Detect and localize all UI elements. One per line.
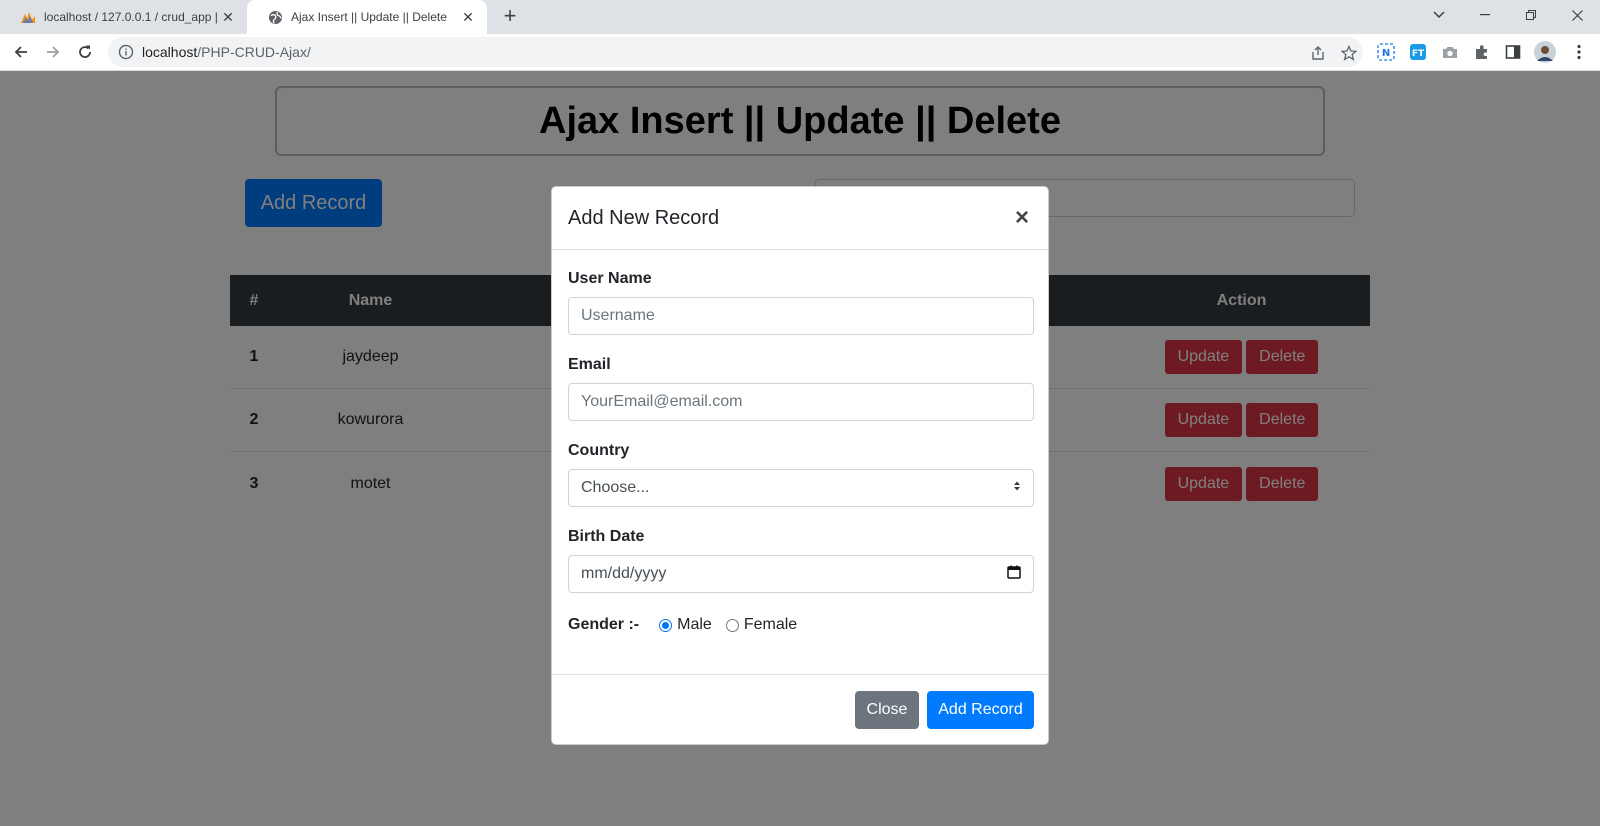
new-tab-button[interactable]: + (497, 4, 523, 30)
close-window-icon[interactable] (1554, 0, 1600, 30)
modal-body: User Name Username Email YourEmail@email… (552, 250, 1048, 682)
side-panel-icon[interactable] (1502, 41, 1524, 63)
address-bar[interactable]: localhost/PHP-CRUD-Ajax/ (108, 37, 1363, 67)
globe-icon (267, 9, 283, 25)
tab-search-icon[interactable] (1416, 0, 1462, 30)
gender-label: Gender :- (568, 616, 640, 633)
select-arrows-icon (1013, 479, 1021, 497)
share-icon[interactable] (1307, 42, 1329, 64)
country-selected-value: Choose... (581, 479, 650, 496)
phpmyadmin-icon (20, 9, 36, 25)
tab-title: Ajax Insert || Update || Delete (291, 10, 447, 24)
close-tab-icon[interactable]: ✕ (459, 9, 477, 26)
minimize-icon[interactable] (1462, 0, 1508, 30)
bookmark-star-icon[interactable] (1338, 42, 1360, 64)
username-input[interactable]: Username (568, 297, 1034, 335)
close-tab-icon[interactable]: ✕ (219, 9, 237, 26)
country-label: Country (568, 442, 630, 459)
profile-avatar[interactable] (1534, 41, 1556, 63)
tab-ajax-crud[interactable]: Ajax Insert || Update || Delete ✕ (247, 0, 487, 34)
camera-icon[interactable] (1439, 41, 1461, 63)
add-record-modal: Add New Record × User Name Username Emai… (551, 186, 1049, 745)
restore-icon[interactable] (1508, 0, 1554, 30)
forward-arrow-icon[interactable] (40, 39, 66, 65)
svg-text:FT: FT (1412, 49, 1425, 59)
extension-ft-icon[interactable]: FT (1407, 41, 1429, 63)
submit-add-record-button[interactable]: Add Record (927, 691, 1034, 729)
reload-icon[interactable] (72, 39, 98, 65)
site-info-icon[interactable] (118, 44, 134, 60)
gender-male-radio[interactable] (659, 618, 673, 632)
birth-date-label: Birth Date (568, 528, 645, 545)
extensions-puzzle-icon[interactable] (1471, 41, 1493, 63)
browser-tab-bar: localhost / 127.0.0.1 / crud_app | ✕ Aja… (0, 0, 1600, 34)
extension-n-icon[interactable]: N (1375, 41, 1397, 63)
gender-male-label[interactable]: Male (677, 616, 712, 634)
menu-kebab-icon[interactable] (1568, 41, 1590, 63)
gender-row: Gender :- Male Female (568, 616, 811, 634)
country-select[interactable]: Choose... (568, 469, 1034, 507)
gender-female-label[interactable]: Female (744, 616, 797, 634)
modal-footer: Close Add Record (552, 674, 1048, 746)
birth-date-input[interactable]: mm/dd/yyyy (568, 555, 1034, 593)
svg-text:N: N (1382, 48, 1390, 59)
back-arrow-icon[interactable] (8, 39, 34, 65)
modal-title: Add New Record (568, 206, 720, 229)
tab-phpmyadmin[interactable]: localhost / 127.0.0.1 / crud_app | ✕ (0, 0, 247, 34)
birth-date-placeholder: mm/dd/yyyy (581, 565, 667, 582)
url-host: localhost (142, 44, 198, 60)
calendar-icon[interactable] (1007, 565, 1021, 584)
browser-toolbar: localhost/PHP-CRUD-Ajax/ N FT (0, 34, 1600, 71)
username-label: User Name (568, 270, 652, 287)
url-path: /PHP-CRUD-Ajax/ (197, 44, 311, 60)
email-input[interactable]: YourEmail@email.com (568, 383, 1034, 421)
tab-title: localhost / 127.0.0.1 / crud_app | (44, 10, 218, 24)
modal-header: Add New Record × (552, 187, 1048, 250)
close-button[interactable]: Close (855, 691, 919, 729)
gender-female-radio[interactable] (725, 618, 739, 632)
email-label: Email (568, 356, 611, 373)
close-icon[interactable]: × (1012, 204, 1032, 232)
